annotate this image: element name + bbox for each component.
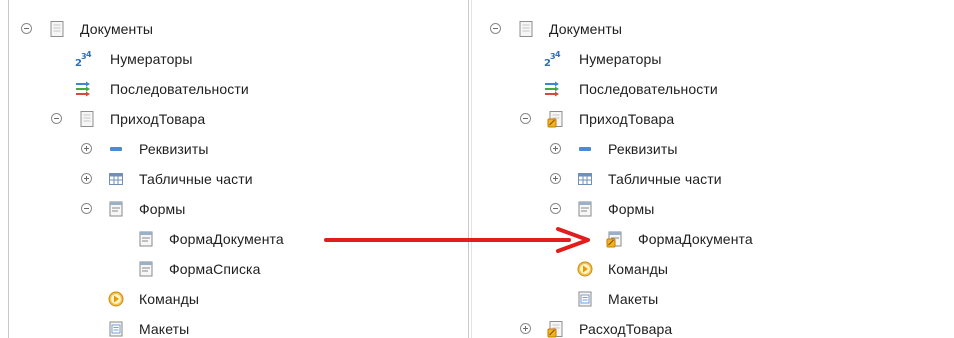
tree-node-sequences[interactable]: Последовательности [0,77,468,101]
tree-node-label: Команды [139,291,200,307]
table-icon [109,173,123,185]
requisite-icon [110,147,122,151]
requisite-icon [579,147,591,151]
form-icon [139,261,153,277]
tree-node-label: Макеты [139,321,190,337]
layout-icon [109,321,123,337]
form-icon [578,201,592,217]
panel-separator [471,0,472,338]
screenshot: Документы 2 3 4 Нумераторы Последователь… [0,0,954,338]
tree-node-requisites[interactable]: Реквизиты [0,137,468,161]
tree-node-requisites[interactable]: Реквизиты [476,137,954,161]
tree-node-label: Формы [139,201,186,217]
expand-icon[interactable] [550,173,561,184]
tree-node-commands[interactable]: Команды [476,257,954,281]
tree-node-rashod[interactable]: РасходТовара [476,317,954,338]
tree-node-prihod[interactable]: ПриходТовара [0,107,468,131]
tree-node-label: Реквизиты [608,141,678,157]
table-icon [578,173,592,185]
sequence-icon [76,81,90,97]
collapse-icon[interactable] [550,203,561,214]
tree-node-numerators[interactable]: 2 3 4 Нумераторы [476,47,954,71]
form-icon [109,201,123,217]
expand-icon[interactable] [520,323,531,334]
annotation-arrow [324,227,590,253]
tree-node-forms[interactable]: Формы [476,197,954,221]
tree-node-label: ФормаСписка [169,261,261,277]
tree-node-forma-list[interactable]: ФормаСписка [0,257,468,281]
form-icon [139,231,153,247]
tree-node-documents[interactable]: Документы [476,17,954,41]
document-icon [519,21,533,37]
tree-node-label: Последовательности [110,81,249,97]
tree-node-tabular[interactable]: Табличные части [476,167,954,191]
tree-node-label: ПриходТовара [110,111,206,127]
modified-document-icon [547,111,563,128]
layout-icon [578,291,592,307]
tree-node-layouts[interactable]: Макеты [0,317,468,338]
tree-node-label: ПриходТовара [579,111,675,127]
tree-node-documents[interactable]: Документы [0,17,468,41]
panel-separator [468,0,469,338]
numerator-icon: 2 3 4 [75,50,92,68]
tree-node-label: Команды [608,261,669,277]
svg-text:4: 4 [86,50,92,59]
tree-node-commands[interactable]: Команды [0,287,468,311]
tree-node-tabular[interactable]: Табличные части [0,167,468,191]
expand-icon[interactable] [550,143,561,154]
tree-node-prihod[interactable]: ПриходТовара [476,107,954,131]
expand-icon[interactable] [81,173,92,184]
collapse-icon[interactable] [81,203,92,214]
document-icon [80,111,94,127]
tree-node-label: ФормаДокумента [638,231,753,247]
command-icon [108,291,124,307]
right-config-tree: Документы 2 3 4 Нумераторы Последователь… [476,0,954,338]
tree-node-label: Формы [608,201,655,217]
tree-node-label: РасходТовара [579,321,673,337]
left-config-tree: Документы 2 3 4 Нумераторы Последователь… [0,0,468,338]
tree-node-label: Нумераторы [110,51,193,67]
sequence-icon [545,81,559,97]
svg-text:4: 4 [555,50,561,59]
tree-node-label: Документы [80,21,154,37]
command-icon [577,261,593,277]
tree-node-label: Последовательности [579,81,718,97]
tree-node-label: Реквизиты [139,141,209,157]
document-icon [50,21,64,37]
collapse-icon[interactable] [21,23,32,34]
tree-node-label: Табличные части [139,171,253,187]
expand-icon[interactable] [81,143,92,154]
tree-node-label: ФормаДокумента [169,231,284,247]
modified-form-icon [606,231,622,248]
tree-node-sequences[interactable]: Последовательности [476,77,954,101]
collapse-icon[interactable] [490,23,501,34]
tree-node-numerators[interactable]: 2 3 4 Нумераторы [0,47,468,71]
collapse-icon[interactable] [51,113,62,124]
tree-node-forms[interactable]: Формы [0,197,468,221]
modified-document-icon [547,321,563,338]
collapse-icon[interactable] [520,113,531,124]
tree-node-layouts[interactable]: Макеты [476,287,954,311]
tree-node-label: Табличные части [608,171,722,187]
tree-node-label: Нумераторы [579,51,662,67]
tree-node-label: Документы [549,21,623,37]
numerator-icon: 2 3 4 [544,50,561,68]
tree-node-label: Макеты [608,291,659,307]
